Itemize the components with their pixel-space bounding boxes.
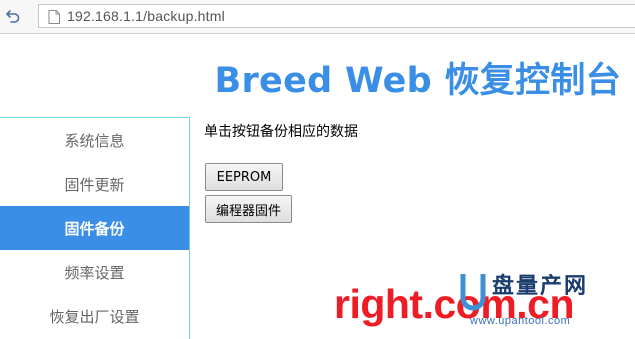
sidebar-item-frequency-settings[interactable]: 频率设置 bbox=[0, 250, 189, 294]
page: 192.168.1.1/backup.html Breed Web 恢复控制台 … bbox=[0, 0, 635, 339]
sidebar-menu: 系统信息 固件更新 固件备份 频率设置 恢复出厂设置 bbox=[0, 117, 190, 339]
watermark-url: www.upantool.com bbox=[470, 315, 571, 327]
sidebar-item-system-info[interactable]: 系统信息 bbox=[0, 118, 189, 162]
programmer-firmware-backup-button[interactable]: 编程器固件 bbox=[205, 195, 292, 223]
url-text: 192.168.1.1/backup.html bbox=[67, 8, 225, 24]
sidebar-item-firmware-update[interactable]: 固件更新 bbox=[0, 162, 189, 206]
backup-instruction: 单击按钮备份相应的数据 bbox=[204, 124, 358, 140]
sidebar-item-factory-reset[interactable]: 恢复出厂设置 bbox=[0, 294, 189, 338]
u-disk-logo-icon bbox=[460, 272, 486, 314]
watermark-cn-text: 盘量产网 bbox=[492, 274, 589, 299]
sidebar-item-firmware-backup[interactable]: 固件备份 bbox=[0, 206, 189, 250]
page-title: Breed Web 恢复控制台 bbox=[214, 61, 621, 101]
eeprom-backup-button[interactable]: EEPROM bbox=[205, 163, 283, 191]
back-arrow-icon[interactable] bbox=[4, 7, 22, 25]
address-bar: 192.168.1.1/backup.html bbox=[0, 0, 635, 34]
page-icon bbox=[48, 9, 60, 24]
url-field[interactable]: 192.168.1.1/backup.html bbox=[38, 4, 635, 28]
